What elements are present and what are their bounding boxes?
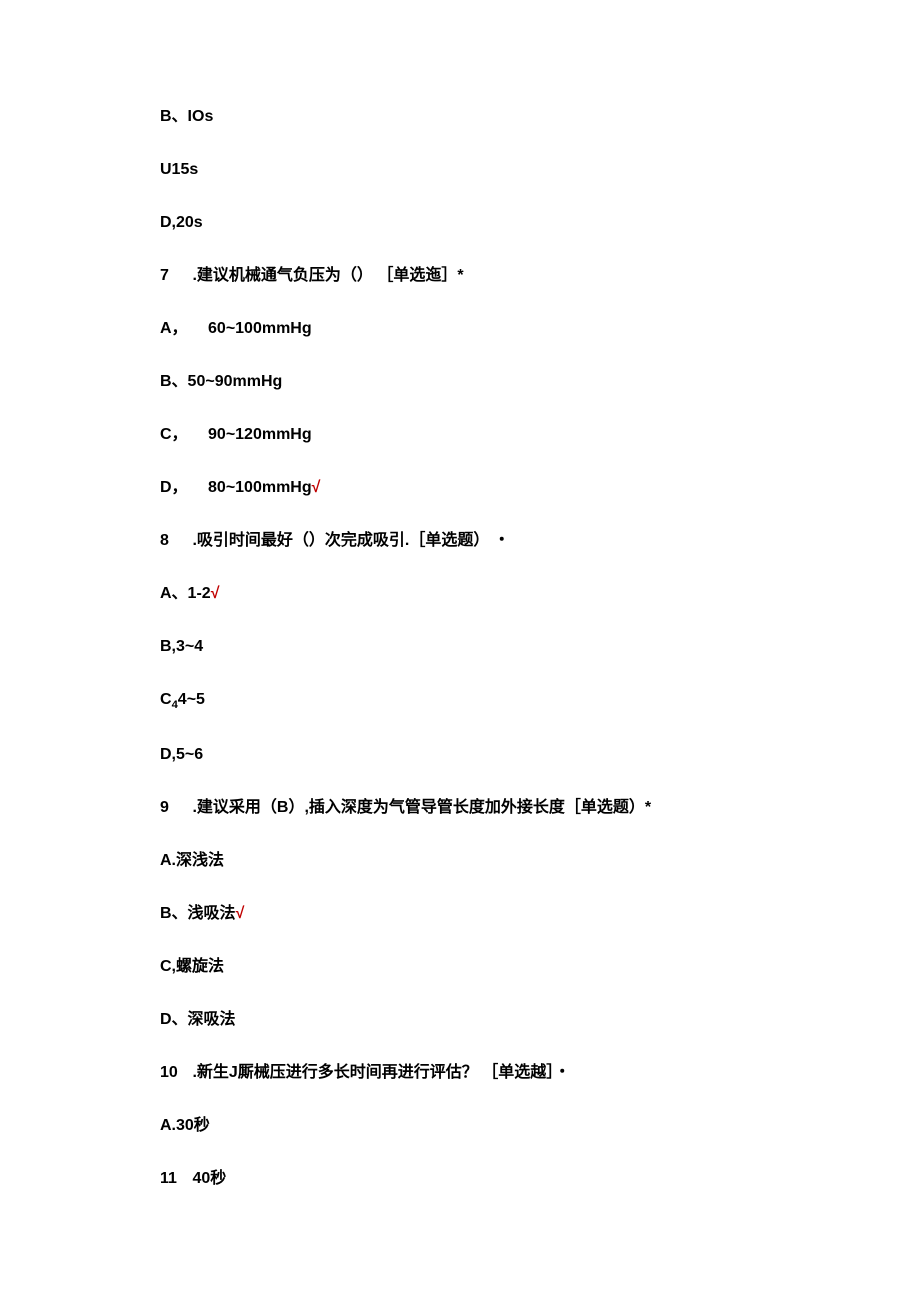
question-number: 9 [160,796,184,820]
q9-option-d: D、深吸法 [160,1008,760,1032]
q8-question: 8 .吸引时间最好（）次完成吸引.［单选题） ・ [160,529,760,553]
q7-option-a: A， 60~100mmHg [160,317,760,341]
question-text: .吸引时间最好（）次完成吸引.［单选题） ・ [192,532,509,549]
option-value: 4~5 [178,691,205,708]
q7-option-b: B、50~90mmHg [160,370,760,394]
option-value: 40秒 [192,1170,226,1187]
option-prefix: D， [160,479,188,496]
text: U15s [160,161,198,178]
option-value: 80~100mmHg [208,479,312,496]
question-text: .建议采用（B）,插入深度为气管导管长度加外接长度［单选题）* [192,799,651,816]
option-value: 60~100mmHg [208,320,312,337]
q7-option-c: C， 90~120mmHg [160,423,760,447]
q9-question: 9 .建议采用（B）,插入深度为气管导管长度加外接长度［单选题）* [160,796,760,820]
option-prefix: C [160,691,172,708]
text: B、IOs [160,108,213,125]
text: A.30秒 [160,1117,210,1134]
q8-option-c: C44~5 [160,688,760,714]
option-prefix: 11 [160,1167,184,1191]
q6-option-b: B、IOs [160,105,760,129]
question-text: .新生J厮械压进行多长时间再进行评估？ ［单选越］・ [192,1064,570,1081]
text: C,螺旋法 [160,958,224,975]
text: B、50~90mmHg [160,373,282,390]
text: D,20s [160,214,203,231]
q10-option-b: 11 40秒 [160,1167,760,1191]
q8-option-d: D,5~6 [160,743,760,767]
question-text: .建议机械通气负压为（） ［单选迤］* [192,267,463,284]
text: A.深浅法 [160,852,224,869]
q9-option-a: A.深浅法 [160,849,760,873]
q7-option-d: D， 80~100mmHg√ [160,476,760,500]
text: D、深吸法 [160,1011,236,1028]
q10-question: 10 .新生J厮械压进行多长时间再进行评估？ ［单选越］・ [160,1061,760,1085]
q6-option-c: U15s [160,158,760,182]
text: B,3~4 [160,638,203,655]
checkmark-icon: √ [312,479,321,496]
q6-option-d: D,20s [160,211,760,235]
q9-option-b: B、浅吸法√ [160,902,760,926]
question-number: 8 [160,529,184,553]
text: B、浅吸法 [160,905,236,922]
checkmark-icon: √ [211,585,220,602]
q9-option-c: C,螺旋法 [160,955,760,979]
option-prefix: A， [160,320,188,337]
question-number: 10 [160,1061,184,1085]
text: D,5~6 [160,746,203,763]
text: A、1-2 [160,585,211,602]
q8-option-b: B,3~4 [160,635,760,659]
checkmark-icon: √ [236,905,245,922]
option-value: 90~120mmHg [208,426,312,443]
option-prefix: C， [160,426,188,443]
q10-option-a: A.30秒 [160,1114,760,1138]
question-number: 7 [160,264,184,288]
q7-question: 7 .建议机械通气负压为（） ［单选迤］* [160,264,760,288]
q8-option-a: A、1-2√ [160,582,760,606]
